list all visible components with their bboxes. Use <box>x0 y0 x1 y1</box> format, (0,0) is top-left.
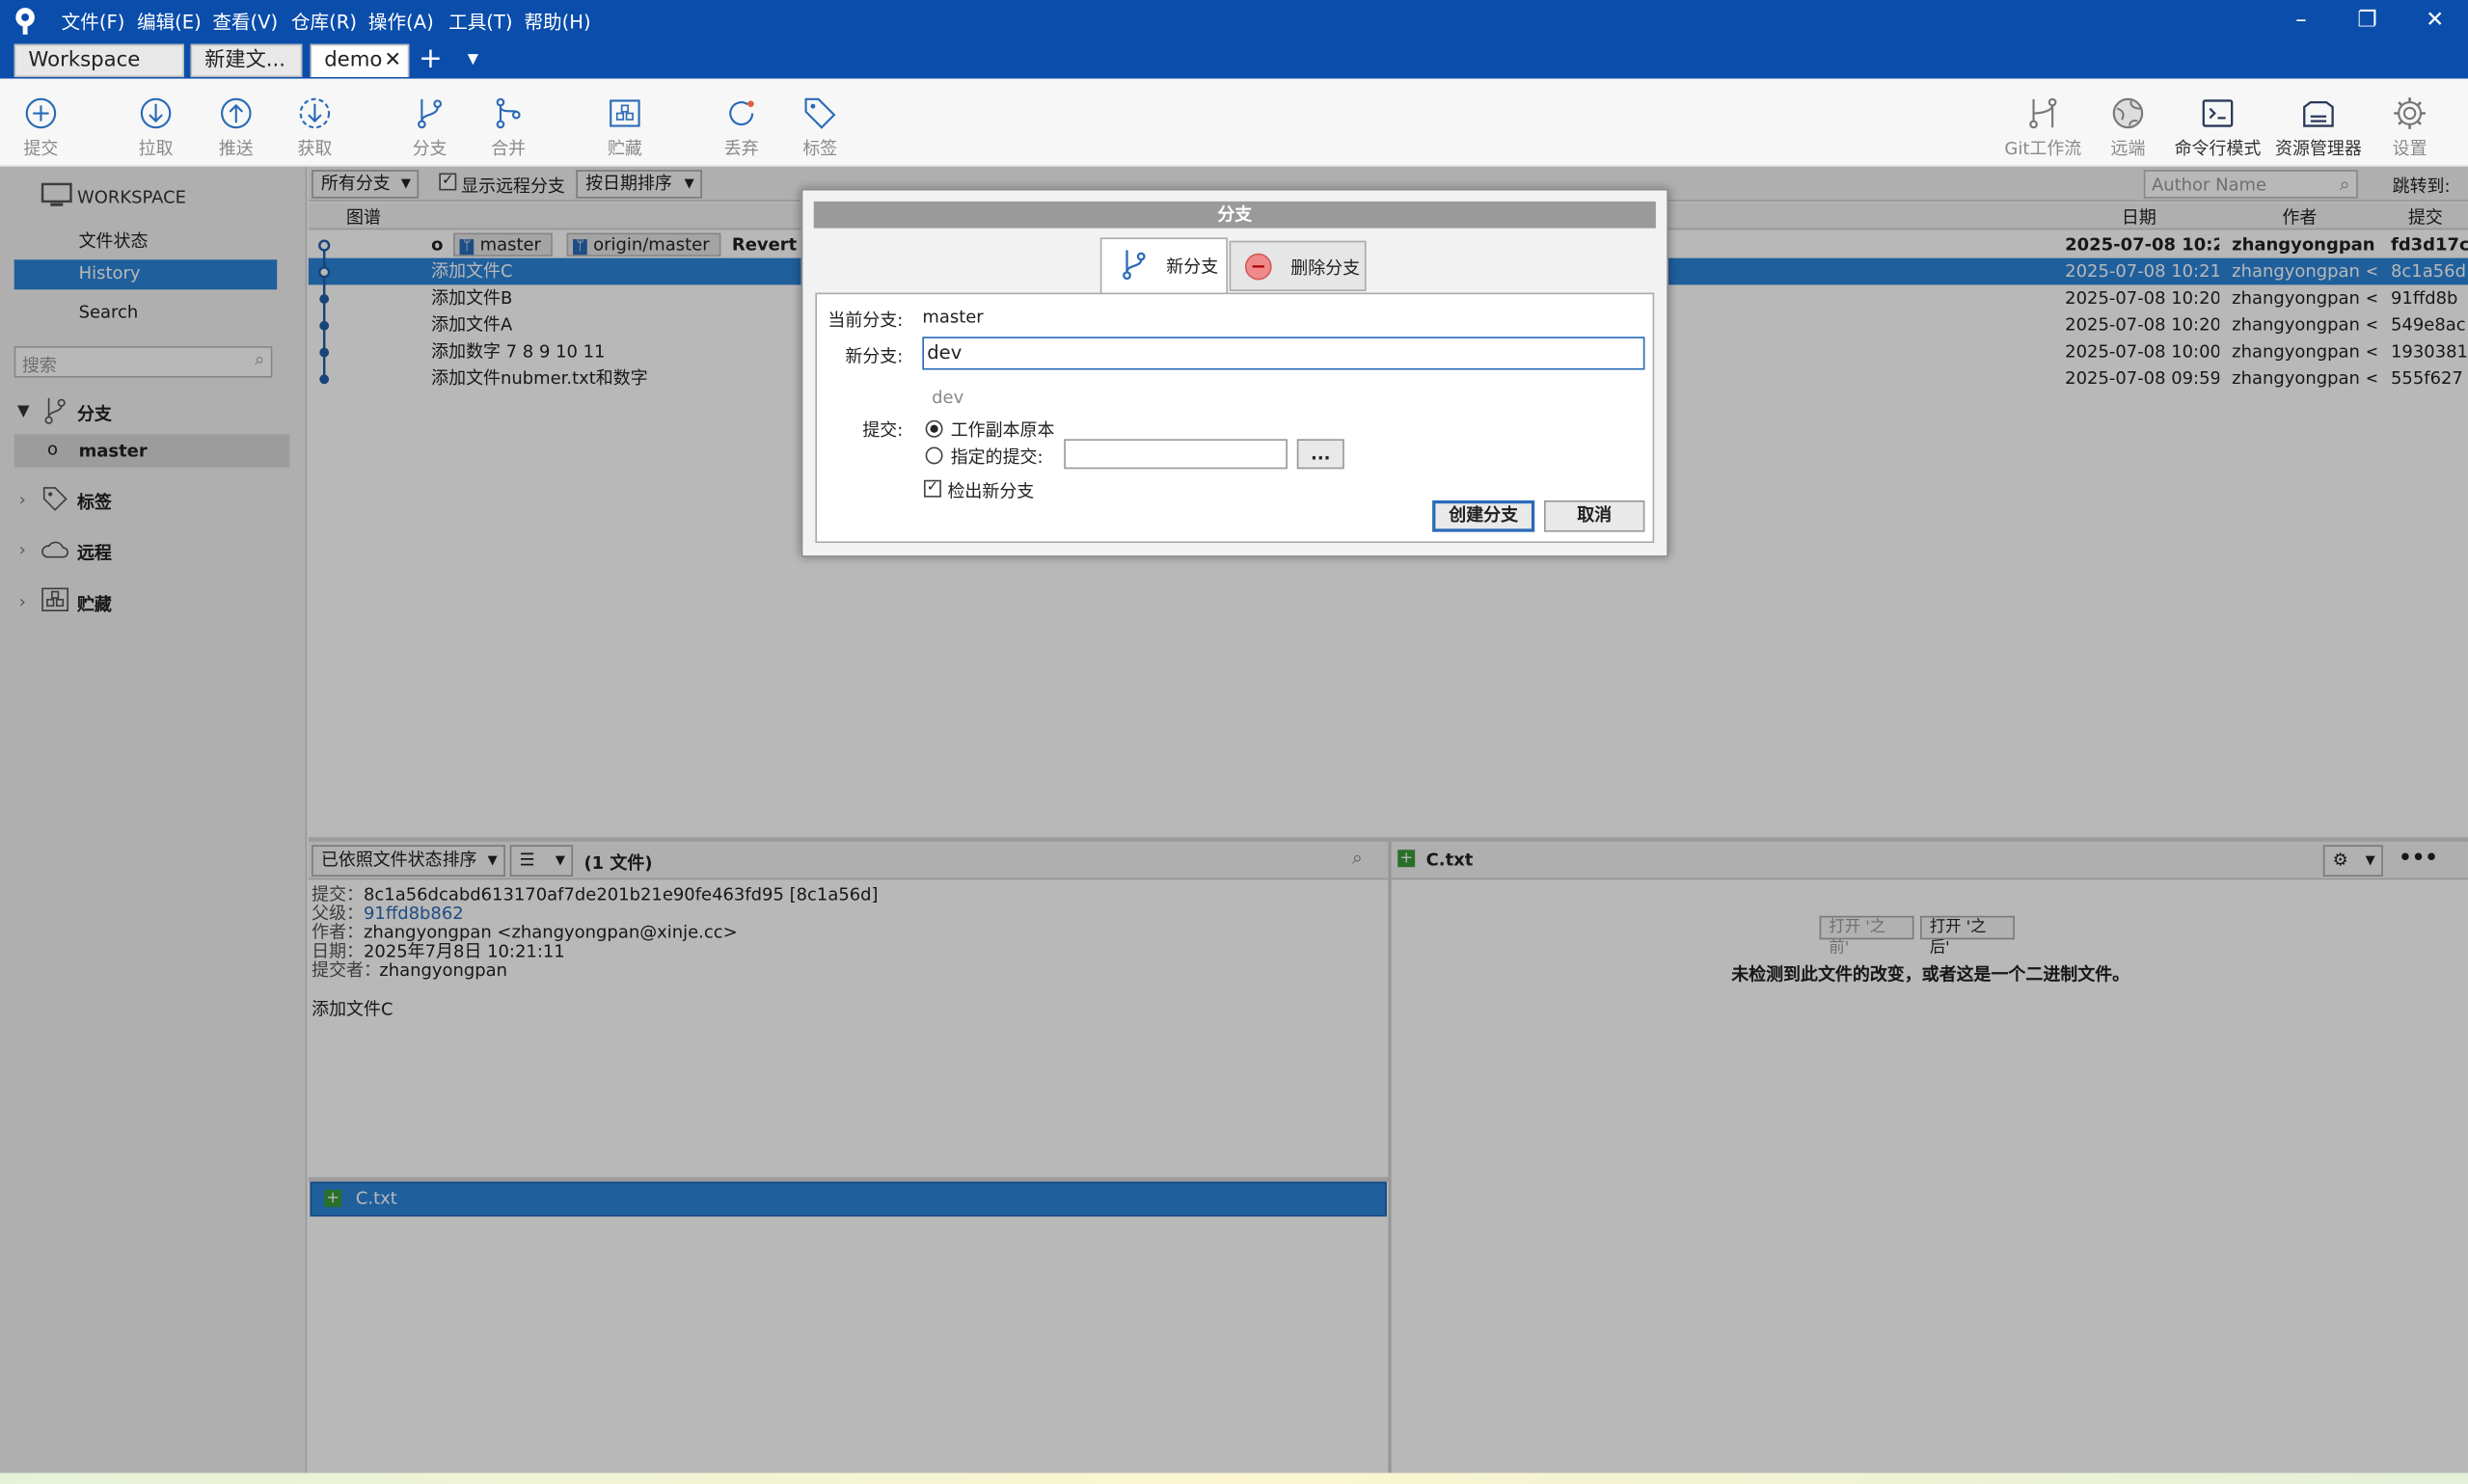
toolbar-button-branch[interactable]: 分支 <box>391 88 470 160</box>
gear-icon <box>2391 94 2428 132</box>
tag-icon <box>801 94 839 132</box>
toolbar-button-fetch[interactable]: 获取 <box>276 88 355 160</box>
stash-icon <box>606 94 643 132</box>
dialog-title: 分支 <box>813 201 1656 229</box>
toolbar-button-terminal[interactable]: 命令行模式 <box>2171 88 2265 160</box>
radio-working-copy[interactable] <box>925 419 943 438</box>
current-branch-label: 当前分支: <box>827 310 904 331</box>
toolbar-label: Git工作流 <box>2004 138 2082 159</box>
status-strip <box>0 1472 2468 1484</box>
delete-icon: − <box>1244 253 1272 281</box>
menu-tools[interactable]: 工具(T) <box>448 8 512 35</box>
toolbar-button-discard[interactable]: 丢弃 <box>702 88 781 160</box>
toolbar-button-gear[interactable]: 设置 <box>2371 88 2450 160</box>
tab-close-icon[interactable]: ✕ <box>384 45 401 75</box>
terminal-icon <box>2199 94 2237 132</box>
branch-dialog: 分支 新分支 − 删除分支 当前分支: master 新分支: dev dev … <box>800 188 1668 557</box>
branch-icon <box>1121 249 1149 281</box>
toolbar-label: 远端 <box>2110 138 2146 159</box>
tab-dropdown-icon[interactable]: ▼ <box>468 52 478 67</box>
toolbar-button-remote-globe[interactable]: 远端 <box>2089 88 2168 160</box>
dialog-panel: 当前分支: master 新分支: dev dev 提交: 工作副本原本 指定的… <box>815 292 1655 544</box>
toolbar-label: 提交 <box>23 138 59 159</box>
restore-icon[interactable]: ❐ <box>2351 7 2383 35</box>
toolbar-label: 标签 <box>802 138 838 159</box>
menu-actions[interactable]: 操作(A) <box>368 8 434 35</box>
merge-icon <box>490 94 528 132</box>
create-branch-button[interactable]: 创建分支 <box>1432 499 1535 532</box>
new-branch-label: 新分支: <box>845 346 904 367</box>
toolbar-label: 设置 <box>2392 138 2427 159</box>
current-branch-value: master <box>922 307 984 328</box>
toolbar-label: 分支 <box>412 138 447 159</box>
add-tab-icon[interactable]: + <box>419 45 443 73</box>
toolbar-label: 资源管理器 <box>2275 138 2362 159</box>
toolbar-button-plus-circle[interactable]: 提交 <box>2 88 81 160</box>
menu-view[interactable]: 查看(V) <box>212 8 278 35</box>
tab-delete-branch[interactable]: − 删除分支 <box>1229 240 1367 291</box>
remote-globe-icon <box>2109 94 2147 132</box>
tab-workspace[interactable]: Workspace <box>14 43 184 77</box>
tab-new-branch[interactable]: 新分支 <box>1099 237 1228 293</box>
gitflow-icon <box>2024 94 2062 132</box>
toolbar-button-gitflow[interactable]: Git工作流 <box>2004 88 2083 160</box>
toolbar-button-merge[interactable]: 合并 <box>469 88 548 160</box>
push-icon <box>217 94 255 132</box>
toolbar-label: 丢弃 <box>723 138 759 159</box>
menu-file[interactable]: 文件(F) <box>62 8 125 35</box>
branch-icon <box>411 94 448 132</box>
discard-icon <box>722 94 760 132</box>
commit-hash-input[interactable] <box>1064 439 1288 470</box>
branch-name-preview: dev <box>932 387 964 408</box>
toolbar-button-push[interactable]: 推送 <box>197 88 276 160</box>
menu-repository[interactable]: 仓库(R) <box>291 8 357 35</box>
toolbar-button-explorer[interactable]: 资源管理器 <box>2271 88 2366 160</box>
toolbar-button-pull[interactable]: 拉取 <box>117 88 196 160</box>
fetch-icon <box>296 94 334 132</box>
plus-circle-icon <box>22 94 60 132</box>
new-branch-input[interactable]: dev <box>922 337 1645 370</box>
radio-working-copy-label: 工作副本原本 <box>950 419 1055 441</box>
minimize-icon[interactable]: – <box>2286 7 2318 35</box>
toolbar-label: 贮藏 <box>607 138 642 159</box>
radio-specified-commit-label: 指定的提交: <box>950 446 1044 468</box>
pull-icon <box>137 94 175 132</box>
toolbar-button-stash[interactable]: 贮藏 <box>585 88 664 160</box>
tab-delete-branch-label: 删除分支 <box>1290 257 1361 279</box>
tab-demo[interactable]: demo ✕ <box>310 43 410 77</box>
radio-specified-commit[interactable] <box>925 446 943 465</box>
app-logo-icon <box>13 7 38 35</box>
toolbar-button-tag[interactable]: 标签 <box>780 88 859 160</box>
commit-label: 提交: <box>862 419 904 441</box>
checkout-checkbox[interactable]: ✓ <box>923 479 941 498</box>
tab-new-branch-label: 新分支 <box>1166 256 1219 278</box>
checkout-label: 检出新分支 <box>947 481 1035 502</box>
browse-commit-button[interactable]: ... <box>1296 439 1344 470</box>
menu-help[interactable]: 帮助(H) <box>524 8 590 35</box>
tab-demo-label: demo <box>324 48 383 73</box>
cancel-button[interactable]: 取消 <box>1543 499 1645 532</box>
toolbar-label: 合并 <box>491 138 527 159</box>
close-icon[interactable]: ✕ <box>2419 7 2451 35</box>
explorer-icon <box>2299 94 2337 132</box>
menu-edit[interactable]: 编辑(E) <box>137 8 202 35</box>
toolbar-label: 获取 <box>297 138 333 159</box>
toolbar-label: 命令行模式 <box>2174 138 2262 159</box>
toolbar-label: 推送 <box>218 138 254 159</box>
tab-new[interactable]: 新建文... <box>190 43 303 77</box>
toolbar-label: 拉取 <box>138 138 174 159</box>
